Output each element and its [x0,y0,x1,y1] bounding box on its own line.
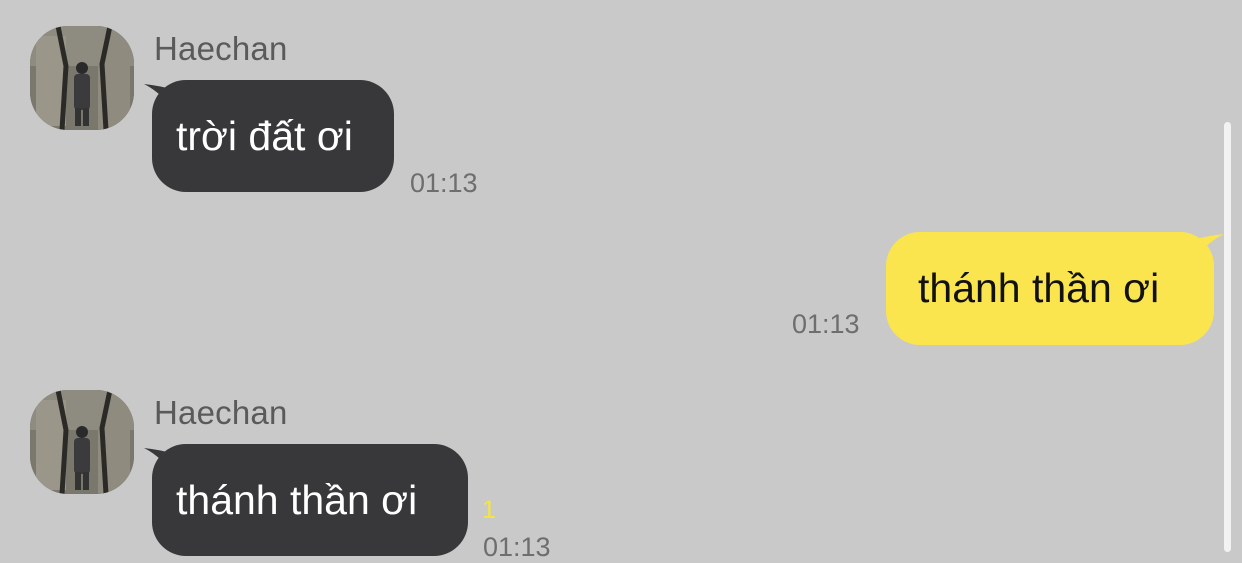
message-bubble[interactable]: trời đất ơi [152,80,394,192]
unread-count: 1 [482,496,496,524]
scrollbar[interactable] [1224,122,1231,552]
message-time: 01:13 [483,532,551,562]
avatar[interactable] [30,26,134,130]
bubble-tail [1192,234,1224,264]
sender-name: Haechan [154,30,288,67]
message-text: thánh thần ơi [918,265,1160,311]
profile-photo-icon [30,26,134,130]
profile-photo-icon [30,390,134,494]
message-time: 01:13 [410,168,478,198]
sender-name: Haechan [154,394,288,431]
message-bubble[interactable]: thánh thần ơi [886,232,1214,345]
avatar[interactable] [30,390,134,494]
chat-view: Haechan trời đất ơi 01:13 01:13 thánh th… [0,0,1242,562]
message-time: 01:13 [792,309,860,339]
message-bubble[interactable]: thánh thần ơi [152,444,468,556]
message-text: thánh thần ơi [176,476,418,523]
message-text: trời đất ơi [176,112,353,159]
